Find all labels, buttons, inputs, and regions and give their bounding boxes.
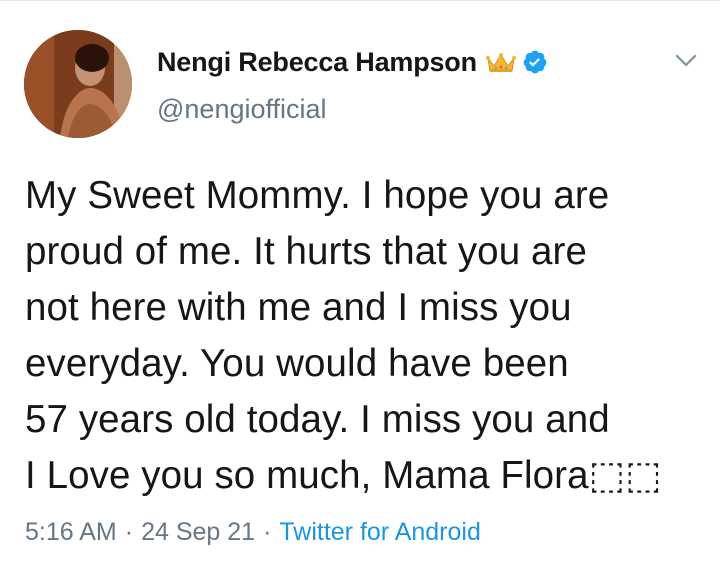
meta-separator: ·: [124, 517, 134, 546]
tweet-time[interactable]: 5:16 AM: [25, 518, 117, 547]
verified-icon: [522, 49, 548, 75]
tweet-date[interactable]: 24 Sep 21: [141, 518, 255, 547]
display-name[interactable]: Nengi Rebecca Hampson: [157, 47, 477, 78]
chevron-down-icon[interactable]: [672, 50, 700, 72]
tweet-source-link[interactable]: Twitter for Android: [279, 518, 480, 547]
tweet-text: My Sweet Mommy. I hope you are proud of …: [25, 174, 662, 497]
crown-icon: [485, 50, 516, 74]
author-name-row[interactable]: Nengi Rebecca Hampson: [157, 44, 548, 80]
top-divider: [0, 0, 720, 1]
avatar[interactable]: [24, 30, 132, 138]
author-handle[interactable]: @nengiofficial: [157, 94, 327, 125]
meta-separator: ·: [263, 517, 272, 546]
tweet-meta: 5:16 AM · 24 Sep 21 · Twitter for Androi…: [25, 514, 481, 550]
